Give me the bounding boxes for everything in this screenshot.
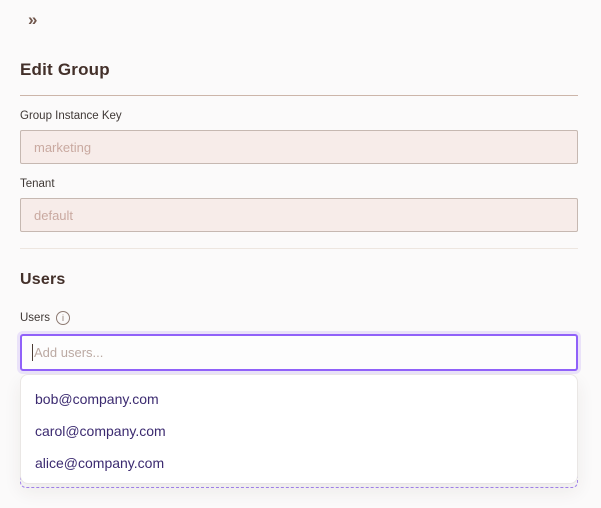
user-option-bob[interactable]: bob@company.com bbox=[21, 383, 577, 415]
users-field-label: Users bbox=[20, 312, 51, 324]
user-option-carol[interactable]: carol@company.com bbox=[21, 415, 577, 447]
users-multiselect: bob@company.com carol@company.com alice@… bbox=[20, 334, 578, 488]
users-section-heading: Users bbox=[20, 271, 66, 288]
tenant-label: Tenant bbox=[20, 178, 55, 190]
sidebar-expand-icon[interactable]: » bbox=[28, 10, 37, 30]
tenant-input bbox=[20, 198, 578, 232]
add-users-input[interactable] bbox=[20, 334, 578, 371]
group-instance-key-label: Group Instance Key bbox=[20, 110, 122, 122]
group-instance-key-input bbox=[20, 130, 578, 164]
text-caret bbox=[32, 344, 33, 361]
users-dropdown: bob@company.com carol@company.com alice@… bbox=[20, 374, 578, 484]
page-title: Edit Group bbox=[20, 60, 110, 79]
section-divider bbox=[20, 248, 578, 249]
users-field-label-row: Users i bbox=[20, 310, 578, 326]
header-divider bbox=[20, 95, 578, 96]
user-option-alice[interactable]: alice@company.com bbox=[21, 447, 577, 479]
edit-group-panel: » Edit Group Group Instance Key Tenant U… bbox=[0, 0, 601, 488]
info-icon[interactable]: i bbox=[56, 311, 71, 325]
